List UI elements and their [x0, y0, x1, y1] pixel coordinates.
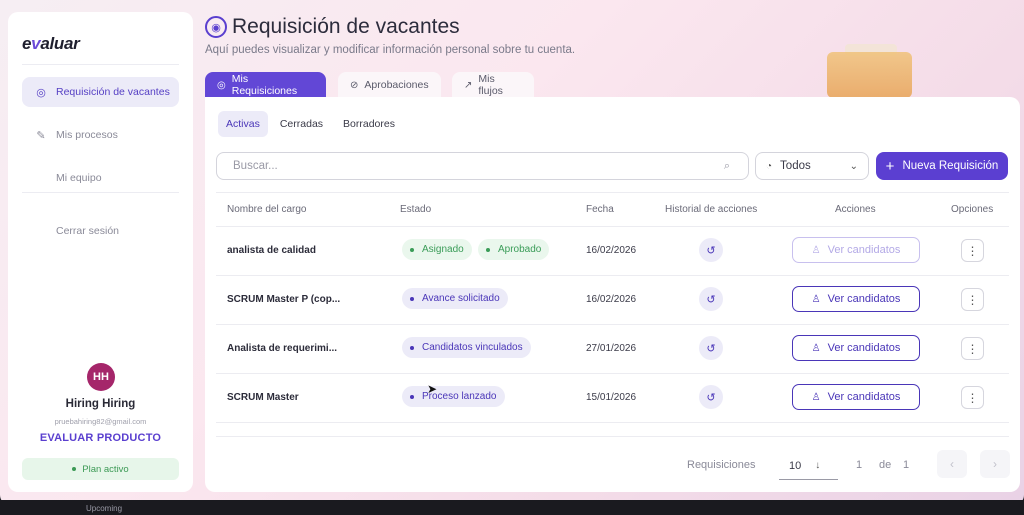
status-badge: Asignado — [402, 239, 472, 260]
table-row: Analista de requerimi... Candidatos vinc… — [216, 324, 1009, 373]
date: 27/01/2026 — [586, 343, 637, 354]
check-circle-icon: ⊘ — [350, 79, 359, 91]
column-header-status: Estado — [400, 204, 432, 215]
history-icon[interactable]: ↺ — [699, 238, 723, 262]
divider — [216, 192, 1009, 193]
search-icon: ⌕ — [723, 160, 730, 172]
search-input[interactable]: Buscar... ⌕ — [216, 152, 749, 180]
history-icon[interactable]: ↺ — [699, 287, 723, 311]
date: 16/02/2026 — [586, 245, 637, 256]
avatar[interactable]: HH — [87, 363, 115, 391]
plus-icon: + — [885, 157, 895, 175]
edit-icon: ✎ — [36, 129, 46, 142]
tab-mis-requisiciones[interactable]: ◎ Mis Requisiciones — [205, 72, 326, 98]
filter-icon: ◔ — [766, 160, 773, 172]
page-subtitle: Aquí puedes visualizar y modificar infor… — [205, 44, 576, 56]
chevron-down-icon: ⌄ — [849, 160, 858, 172]
status-badge: Aprobado — [478, 239, 550, 260]
sidebar-item-label: Requisición de vacantes — [56, 86, 170, 98]
view-candidates-button[interactable]: ♙ Ver candidatos — [792, 335, 920, 361]
mouse-cursor-icon: ➤ — [427, 382, 438, 396]
subtab-activas[interactable]: Activas — [218, 111, 268, 137]
sidebar: evaluar ◎ Requisición de vacantes ✎ Mis … — [8, 12, 193, 492]
view-candidates-button[interactable]: ♙ Ver candidatos — [792, 237, 920, 263]
person-icon: ♙ — [811, 244, 821, 256]
pagination-label: Requisiciones — [687, 459, 756, 471]
tab-aprobaciones[interactable]: ⊘ Aprobaciones — [338, 72, 441, 98]
job-title: analista de calidad — [227, 245, 316, 256]
taskbar-text: Upcoming — [86, 504, 123, 513]
status-dot — [72, 467, 77, 471]
column-header-date: Fecha — [586, 204, 614, 215]
person-icon: ♙ — [811, 391, 821, 403]
person-icon: ♙ — [811, 342, 821, 354]
history-icon[interactable]: ↺ — [699, 385, 723, 409]
divider — [22, 192, 179, 193]
chevron-right-icon: › — [993, 457, 997, 471]
target-icon: ◎ — [217, 79, 226, 91]
options-menu-icon[interactable]: ⋮ — [961, 337, 984, 360]
column-header-history: Historial de acciones — [665, 204, 758, 215]
sidebar-item-mis-procesos[interactable]: ✎ Mis procesos — [22, 120, 179, 150]
table-row: SCRUM Master P (cop... Avance solicitado… — [216, 275, 1009, 324]
view-candidates-button[interactable]: ♙ Ver candidatos — [792, 384, 920, 410]
chevron-left-icon: ‹ — [950, 457, 954, 471]
tab-mis-flujos[interactable]: ↗ Mis flujos — [452, 72, 534, 98]
sidebar-item-cerrar-sesion[interactable]: Cerrar sesión — [22, 216, 179, 246]
new-requisition-button[interactable]: + Nueva Requisición — [876, 152, 1008, 180]
trend-icon: ↗ — [464, 79, 473, 91]
prev-page-button[interactable]: ‹ — [937, 450, 967, 478]
view-candidates-button[interactable]: ♙ Ver candidatos — [792, 286, 920, 312]
status-badge: Avance solicitado — [402, 288, 508, 309]
options-menu-icon[interactable]: ⋮ — [961, 288, 984, 311]
job-title: Analista de requerimi... — [227, 343, 338, 354]
options-menu-icon[interactable]: ⋮ — [961, 386, 984, 409]
column-header-actions: Acciones — [835, 204, 876, 215]
person-icon: ♙ — [811, 293, 821, 305]
decorative-folder-image — [827, 52, 912, 98]
taskbar-strip: Upcoming — [0, 500, 1024, 515]
arrow-down-icon: ↓ — [815, 460, 821, 471]
next-page-button[interactable]: › — [980, 450, 1010, 478]
total-pages: 1 — [903, 459, 910, 471]
status-badge: Candidatos vinculados — [402, 337, 531, 358]
target-icon: ◎ — [36, 86, 46, 99]
table-row: SCRUM Master Proceso lanzado 15/01/2026 … — [216, 373, 1009, 422]
date: 16/02/2026 — [586, 294, 637, 305]
sidebar-item-label: Mi equipo — [56, 172, 102, 184]
current-page: 1 — [856, 459, 863, 471]
logo[interactable]: evaluar — [22, 34, 80, 54]
target-icon: ◉ — [205, 16, 227, 38]
sidebar-item-label: Cerrar sesión — [56, 225, 120, 237]
company-name[interactable]: EVALUAR PRODUCTO — [8, 432, 193, 444]
history-icon[interactable]: ↺ — [699, 336, 723, 360]
date: 15/01/2026 — [586, 392, 637, 403]
column-header-name: Nombre del cargo — [227, 204, 307, 215]
status-badge: Proceso lanzado — [402, 386, 505, 407]
subtab-cerradas[interactable]: Cerradas — [272, 111, 331, 137]
status-filter-select[interactable]: ◔ Todos ⌄ — [755, 152, 869, 180]
user-email: pruebahiring82@gmail.com — [54, 417, 147, 426]
sidebar-item-requisicion[interactable]: ◎ Requisición de vacantes — [22, 77, 179, 107]
page-size-select[interactable]: 10 ↓ — [779, 452, 838, 480]
sub-tabs: Activas Cerradas Borradores — [218, 111, 403, 137]
page-title: Requisición de vacantes — [232, 15, 460, 38]
filter-value: Todos — [780, 160, 811, 172]
column-header-options: Opciones — [951, 204, 994, 215]
user-name: Hiring Hiring — [65, 398, 136, 410]
page-of-label: de — [879, 459, 892, 471]
sidebar-item-mi-equipo[interactable]: Mi equipo — [22, 163, 179, 193]
search-placeholder: Buscar... — [233, 160, 278, 172]
plan-badge: Plan activo — [22, 458, 179, 480]
job-title: SCRUM Master P (cop... — [227, 294, 341, 305]
table-row: analista de calidad Asignado Aprobado 16… — [216, 226, 1009, 275]
sidebar-item-label: Mis procesos — [56, 129, 118, 141]
divider — [22, 64, 179, 65]
job-title: SCRUM Master — [227, 392, 299, 403]
divider — [216, 422, 1009, 423]
divider — [216, 436, 1009, 437]
options-menu-icon[interactable]: ⋮ — [961, 239, 984, 262]
subtab-borradores[interactable]: Borradores — [335, 111, 403, 137]
